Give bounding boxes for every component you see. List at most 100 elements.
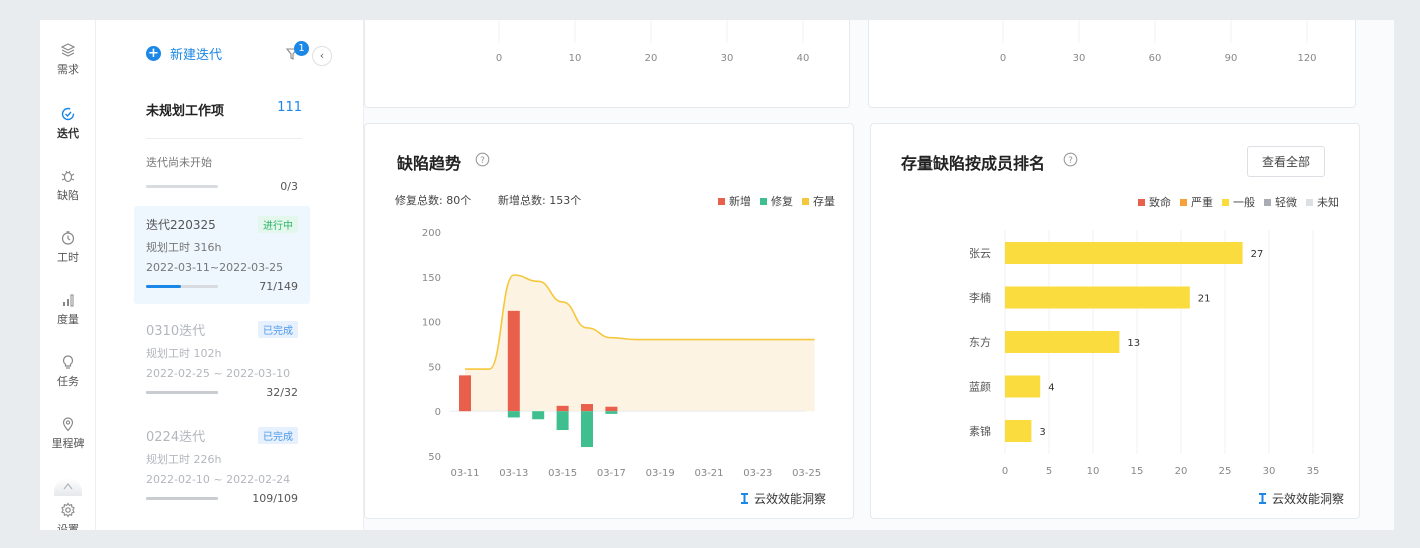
x-axis-tick-label: 20: [1175, 466, 1188, 477]
svg-text:?: ?: [480, 156, 485, 166]
legend-item-fixed[interactable]: 修复: [760, 193, 793, 209]
member-ranking-title: 存量缺陷按成员排名: [901, 154, 1046, 173]
iteration-dates: 2022-02-25 ~ 2022-03-10: [146, 367, 291, 380]
bar-new: [507, 310, 520, 412]
nav-label: 迭代: [57, 127, 79, 140]
legend-item-normal[interactable]: 一般: [1222, 194, 1255, 210]
progress-fill: [146, 497, 218, 500]
new-iteration-button[interactable]: + 新建迭代: [146, 44, 222, 63]
iteration-card-active[interactable]: 迭代220325 进行中 规划工时 316h 2022-03-11~2022-0…: [134, 206, 310, 304]
iteration-dates: 2022-03-11~2022-03-25: [146, 261, 284, 274]
x-axis-tick-label: 5: [1046, 466, 1052, 477]
progress-bar: [146, 391, 218, 394]
app-window: 需求 迭代 缺陷 工时 度量 任务 里程碑 设置 + 新建迭代 1 未规划工作项…: [40, 20, 1394, 530]
bar-value-label: 21: [1198, 294, 1211, 305]
filter-count-badge: 1: [294, 41, 309, 56]
progress-bar: [146, 185, 218, 188]
member-name-label: 素锦: [969, 424, 991, 438]
brand-mark: 云效效能洞察: [740, 490, 826, 507]
plus-icon: +: [146, 46, 161, 61]
x-axis-tick-label: 03-11: [450, 468, 479, 479]
iteration-card-0310[interactable]: 0310迭代 已完成 规划工时 102h 2022-02-25 ~ 2022-0…: [134, 320, 310, 399]
legend-label: 严重: [1191, 196, 1213, 209]
legend-label: 未知: [1317, 196, 1339, 209]
legend-item-fatal[interactable]: 致命: [1138, 194, 1171, 210]
legend-swatch: [760, 197, 767, 205]
iteration-card-not-started[interactable]: 迭代尚未开始 0/3: [134, 154, 310, 193]
nav-item-settings[interactable]: 设置: [40, 502, 96, 530]
defect-trend-title: 缺陷趋势: [397, 154, 462, 173]
chevron-left-icon: ‹: [319, 49, 325, 62]
x-axis-tick-label: 03-13: [499, 468, 528, 479]
x-axis-tick-label: 35: [1307, 466, 1320, 477]
legend-swatch: [1264, 198, 1271, 206]
nav-item-iteration[interactable]: 迭代: [40, 106, 96, 141]
legend-item-severe[interactable]: 严重: [1180, 194, 1213, 210]
member-name-label: 东方: [969, 335, 991, 349]
axis-tick-label: 40: [797, 53, 810, 64]
bar-chart-icon: [63, 294, 74, 307]
axis-tick-label: 30: [721, 53, 734, 64]
legend-swatch: [802, 197, 809, 205]
y-axis-tick-label: 100: [422, 318, 441, 329]
legend-label: 新增: [729, 195, 751, 208]
progress-fill: [146, 391, 218, 394]
insight-logo-icon: [1259, 493, 1266, 504]
status-badge: 已完成: [258, 321, 298, 338]
help-icon[interactable]: ?: [1063, 152, 1078, 167]
view-all-button[interactable]: 查看全部: [1247, 146, 1326, 177]
member-bar: [1005, 420, 1032, 442]
member-name-label: 张云: [969, 247, 991, 260]
bulb-icon: [62, 355, 74, 369]
top-right-chart-card: 0 30 60 90 120: [868, 20, 1356, 108]
member-name-label: 李楠: [969, 291, 991, 305]
nav-label: 需求: [57, 63, 79, 76]
insight-logo-icon: [741, 493, 748, 504]
x-axis-tick-label: 25: [1219, 466, 1232, 477]
rail-scroll-up-indicator[interactable]: [54, 478, 82, 496]
iteration-hours: 规划工时 316h: [146, 241, 222, 254]
nav-label: 里程碑: [51, 437, 85, 450]
legend-swatch: [718, 197, 725, 205]
axis-tick-label: 30: [1073, 53, 1086, 64]
nav-item-requirements[interactable]: 需求: [40, 42, 96, 77]
nav-label: 设置: [57, 523, 79, 530]
axis-tick-label: 0: [1000, 53, 1006, 64]
nav-label: 任务: [57, 375, 79, 388]
x-axis-tick-label: 0: [1002, 466, 1008, 477]
y-axis-tick-label: 50: [428, 362, 441, 373]
iteration-hours: 规划工时 226h: [146, 453, 222, 466]
collapse-panel-button[interactable]: ‹: [312, 46, 332, 66]
nav-item-defects[interactable]: 缺陷: [40, 168, 96, 203]
status-badge: 进行中: [258, 216, 298, 233]
nav-item-tasks[interactable]: 任务: [40, 354, 96, 389]
top-left-chart-axis: 0 10 20 30 40: [496, 20, 810, 64]
member-ranking-chart: 0 5 10 15 20 25 30 35 张云 27 李楠 21 东方 13 蓝颜 4 素锦 3: [969, 230, 1320, 477]
iteration-card-0224[interactable]: 0224迭代 已完成 规划工时 226h 2022-02-10 ~ 2022-0…: [134, 426, 310, 505]
bar-fixed: [605, 411, 618, 414]
legend-item-new[interactable]: 新增: [718, 193, 751, 209]
bar-new: [459, 375, 471, 412]
unplanned-work-items[interactable]: 未规划工作项 111: [146, 100, 302, 119]
legend-item-unknown[interactable]: 未知: [1306, 194, 1339, 210]
nav-rail: 需求 迭代 缺陷 工时 度量 任务 里程碑 设置: [40, 20, 96, 530]
nav-item-worktime[interactable]: 工时: [40, 230, 96, 265]
x-axis-tick-label: 03-15: [548, 468, 577, 479]
svg-text:?: ?: [1068, 156, 1073, 166]
bar-new: [605, 406, 618, 412]
iteration-name: 0224迭代: [146, 430, 206, 445]
legend-item-minor[interactable]: 轻微: [1264, 194, 1297, 210]
nav-item-metrics[interactable]: 度量: [40, 292, 96, 327]
help-icon[interactable]: ?: [475, 152, 490, 167]
nav-label: 度量: [57, 313, 79, 326]
legend-item-stock[interactable]: 存量: [802, 193, 835, 209]
legend-label: 轻微: [1275, 196, 1297, 209]
x-axis-tick-label: 15: [1131, 466, 1144, 477]
bar-fixed: [581, 411, 593, 448]
y-axis-tick-label: 0: [435, 407, 441, 418]
nav-item-milestones[interactable]: 里程碑: [40, 416, 96, 451]
dashboard-content: 0 10 20 30 40 0 30 60 90 120 缺陷趋势 ? 修复总数: 80个 新增…: [364, 20, 1394, 530]
member-name-label: 蓝颜: [969, 381, 991, 394]
brand-label: 云效效能洞察: [1272, 492, 1345, 506]
x-axis-tick-label: 03-19: [646, 468, 675, 479]
